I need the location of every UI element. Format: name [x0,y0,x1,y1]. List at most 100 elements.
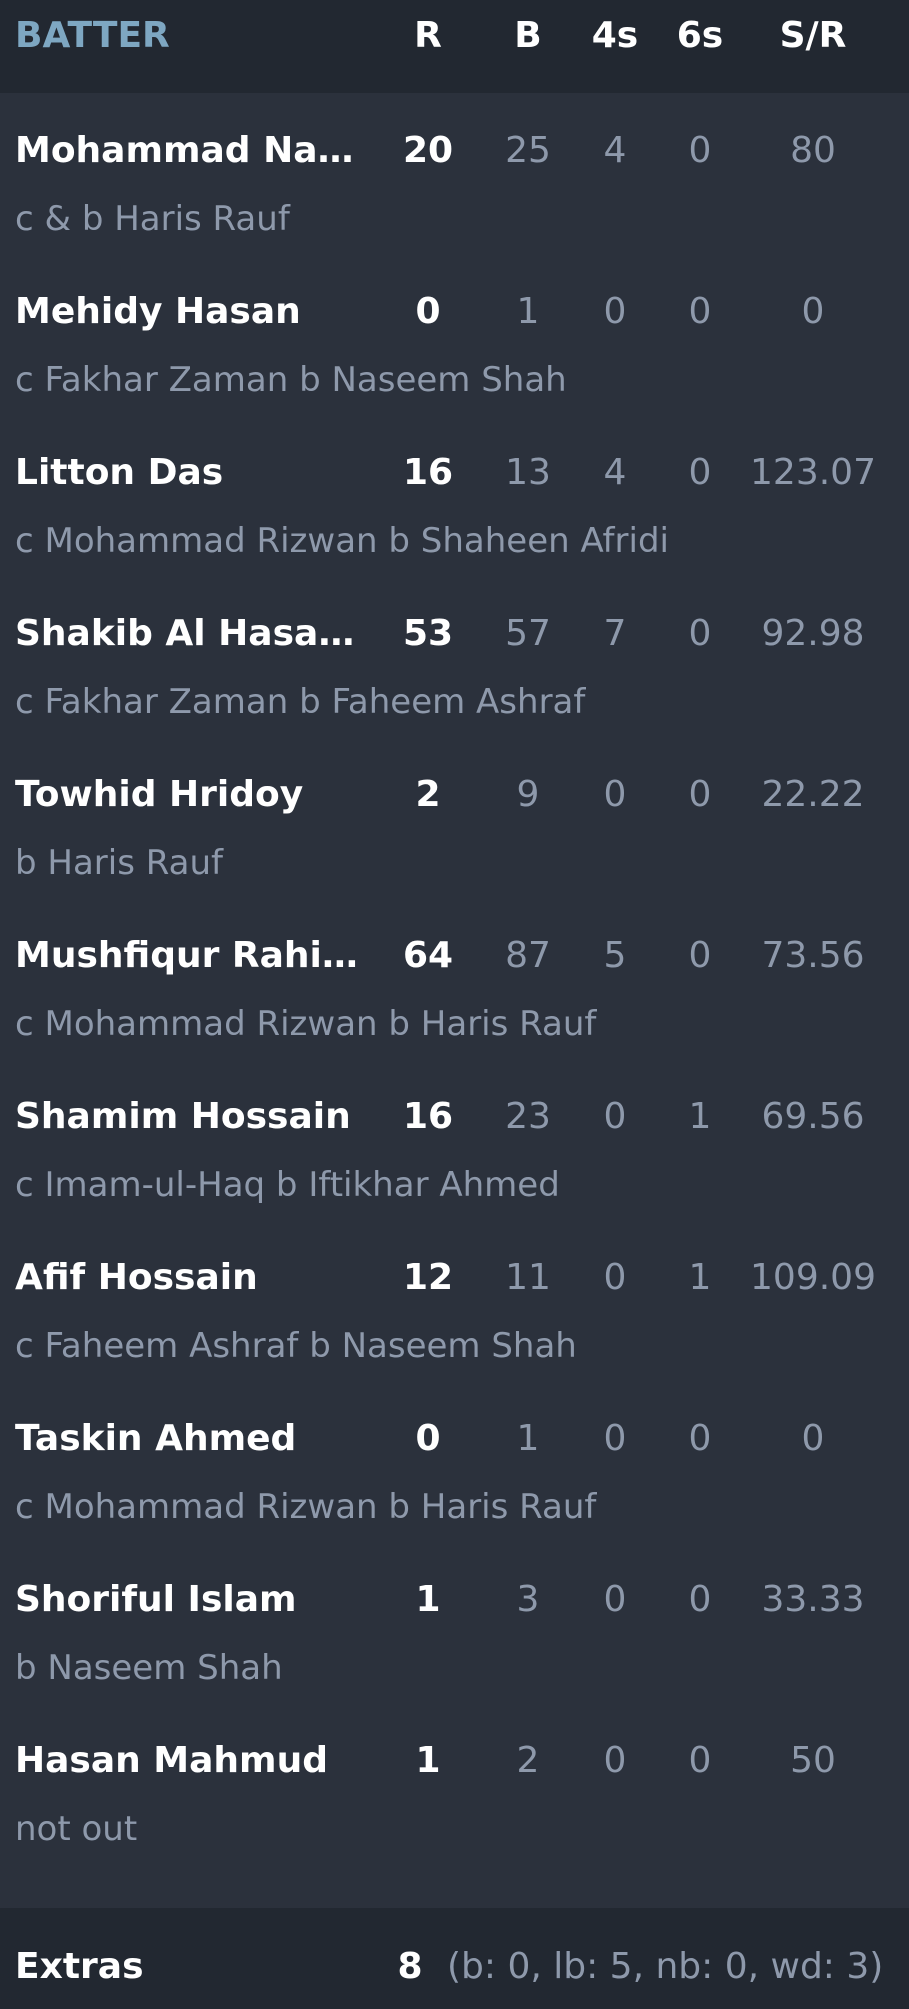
batter-fours: 0 [603,1257,627,1298]
batter-dismissal: b Haris Rauf [15,843,223,883]
extras-total: 8 [397,1946,423,1987]
batter-runs: 16 [402,452,454,493]
batter-fours: 5 [603,935,627,976]
batter-balls: 25 [505,130,551,171]
batter-balls: 13 [505,452,551,493]
batter-row[interactable]: Shamim Hossain 16 23 0 1 69.56 c Imam-ul… [0,1059,909,1220]
fours-column-header: 4s [591,15,639,56]
batter-sixes: 0 [688,613,712,654]
batter-runs: 20 [402,130,454,171]
batter-name[interactable]: Shakib Al Hasan (… [15,613,360,655]
batter-runs: 1 [415,1579,441,1620]
batter-balls: 9 [516,774,540,815]
batter-row[interactable]: Litton Das 16 13 4 0 123.07 c Mohammad R… [0,415,909,576]
batter-name[interactable]: Mushfiqur Rahim… [15,935,360,977]
balls-column-header: B [514,15,542,56]
batter-dismissal: not out [15,1809,138,1849]
scorecard-header: BATTER R B 4s 6s S/R [0,0,909,93]
batter-strike-rate: 0 [801,1418,825,1459]
batter-runs: 1 [415,1740,441,1781]
batter-strike-rate: 80 [790,130,836,171]
batter-runs: 0 [415,291,441,332]
batter-balls: 3 [516,1579,540,1620]
batter-name[interactable]: Afif Hossain [15,1257,360,1299]
batting-scorecard-list: Mohammad Naim 20 25 4 0 80 c & b Haris R… [0,93,909,1864]
batter-strike-rate: 69.56 [761,1096,865,1137]
batter-balls: 1 [516,1418,540,1459]
batter-row[interactable]: Mushfiqur Rahim… 64 87 5 0 73.56 c Moham… [0,898,909,1059]
extras-label: Extras [15,1946,144,1987]
batter-name[interactable]: Litton Das [15,452,360,494]
batter-dismissal: c Mohammad Rizwan b Haris Rauf [15,1487,597,1527]
batter-dismissal: c & b Haris Rauf [15,199,290,239]
batter-fours: 7 [603,613,627,654]
batter-strike-rate: 123.07 [750,452,876,493]
batter-column-header: BATTER [15,15,170,56]
batter-dismissal: c Imam-ul-Haq b Iftikhar Ahmed [15,1165,560,1205]
batter-dismissal: c Mohammad Rizwan b Haris Rauf [15,1004,597,1044]
batter-sixes: 1 [688,1096,712,1137]
batter-runs: 16 [402,1096,454,1137]
batter-name[interactable]: Shoriful Islam [15,1579,360,1621]
batter-strike-rate: 92.98 [761,613,865,654]
batter-row[interactable]: Towhid Hridoy 2 9 0 0 22.22 b Haris Rauf [0,737,909,898]
batter-row[interactable]: Taskin Ahmed 0 1 0 0 0 c Mohammad Rizwan… [0,1381,909,1542]
batter-dismissal: c Mohammad Rizwan b Shaheen Afridi [15,521,669,561]
batter-row[interactable]: Afif Hossain 12 11 0 1 109.09 c Faheem A… [0,1220,909,1381]
runs-column-header: R [414,15,442,56]
batter-sixes: 0 [688,1740,712,1781]
batter-runs: 64 [402,935,454,976]
batter-balls: 57 [505,613,551,654]
batter-row[interactable]: Shoriful Islam 1 3 0 0 33.33 b Naseem Sh… [0,1542,909,1703]
batter-fours: 0 [603,1096,627,1137]
batter-balls: 1 [516,291,540,332]
batter-balls: 2 [516,1740,540,1781]
batter-name[interactable]: Hasan Mahmud [15,1740,360,1782]
batter-runs: 12 [402,1257,454,1298]
extras-row: Extras 8 (b: 0, lb: 5, nb: 0, wd: 3) [0,1908,909,2009]
batter-strike-rate: 73.56 [761,935,865,976]
batter-sixes: 0 [688,130,712,171]
batter-row[interactable]: Hasan Mahmud 1 2 0 0 50 not out [0,1703,909,1864]
batter-dismissal: c Faheem Ashraf b Naseem Shah [15,1326,577,1366]
batter-fours: 4 [603,130,627,171]
batter-row[interactable]: Mohammad Naim 20 25 4 0 80 c & b Haris R… [0,93,909,254]
batter-sixes: 0 [688,1579,712,1620]
batter-name[interactable]: Mehidy Hasan [15,291,360,333]
batter-sixes: 0 [688,291,712,332]
batter-runs: 0 [415,1418,441,1459]
batter-sixes: 0 [688,774,712,815]
batter-balls: 87 [505,935,551,976]
batter-name[interactable]: Towhid Hridoy [15,774,360,816]
batter-dismissal: b Naseem Shah [15,1648,283,1688]
batter-fours: 0 [603,1418,627,1459]
batter-sixes: 0 [688,1418,712,1459]
batter-runs: 53 [402,613,454,654]
batter-sixes: 1 [688,1257,712,1298]
batter-name[interactable]: Shamim Hossain [15,1096,360,1138]
batter-row[interactable]: Mehidy Hasan 0 1 0 0 0 c Fakhar Zaman b … [0,254,909,415]
strike-rate-column-header: S/R [779,15,847,56]
batter-sixes: 0 [688,452,712,493]
batter-strike-rate: 33.33 [761,1579,865,1620]
batter-fours: 4 [603,452,627,493]
batter-name[interactable]: Taskin Ahmed [15,1418,360,1460]
batter-balls: 23 [505,1096,551,1137]
batter-fours: 0 [603,1740,627,1781]
batter-strike-rate: 109.09 [750,1257,876,1298]
batter-sixes: 0 [688,935,712,976]
batter-row[interactable]: Shakib Al Hasan (… 53 57 7 0 92.98 c Fak… [0,576,909,737]
batter-dismissal: c Fakhar Zaman b Faheem Ashraf [15,682,586,722]
extras-breakdown: (b: 0, lb: 5, nb: 0, wd: 3) [447,1946,884,1987]
sixes-column-header: 6s [676,15,724,56]
batter-runs: 2 [415,774,441,815]
batter-balls: 11 [505,1257,551,1298]
batter-fours: 0 [603,774,627,815]
batter-dismissal: c Fakhar Zaman b Naseem Shah [15,360,567,400]
batter-strike-rate: 22.22 [761,774,865,815]
batter-strike-rate: 50 [790,1740,836,1781]
batter-fours: 0 [603,1579,627,1620]
batter-fours: 0 [603,291,627,332]
batter-strike-rate: 0 [801,291,825,332]
batter-name[interactable]: Mohammad Naim [15,130,360,172]
